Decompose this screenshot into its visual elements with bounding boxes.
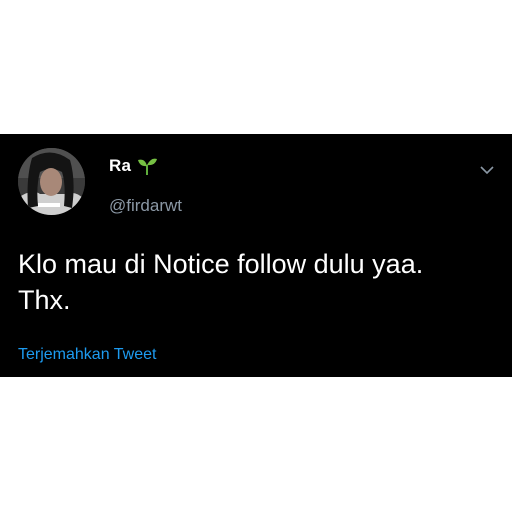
translate-tweet-link[interactable]: Terjemahkan Tweet (18, 346, 156, 364)
user-handle[interactable]: @firdarwt (109, 196, 182, 216)
avatar[interactable] (18, 148, 85, 215)
display-name-row: Ra (109, 156, 158, 176)
seedling-icon (136, 156, 158, 176)
profile-photo-icon (18, 148, 85, 215)
tweet-card[interactable]: Ra @firdarwt Klo mau di Notice follow du… (0, 134, 512, 377)
page: Ra @firdarwt Klo mau di Notice follow du… (0, 0, 512, 512)
chevron-down-icon[interactable] (480, 162, 494, 175)
display-name[interactable]: Ra (109, 156, 131, 176)
tweet-text: Klo mau di Notice follow dulu yaa. Thx. (18, 249, 424, 315)
